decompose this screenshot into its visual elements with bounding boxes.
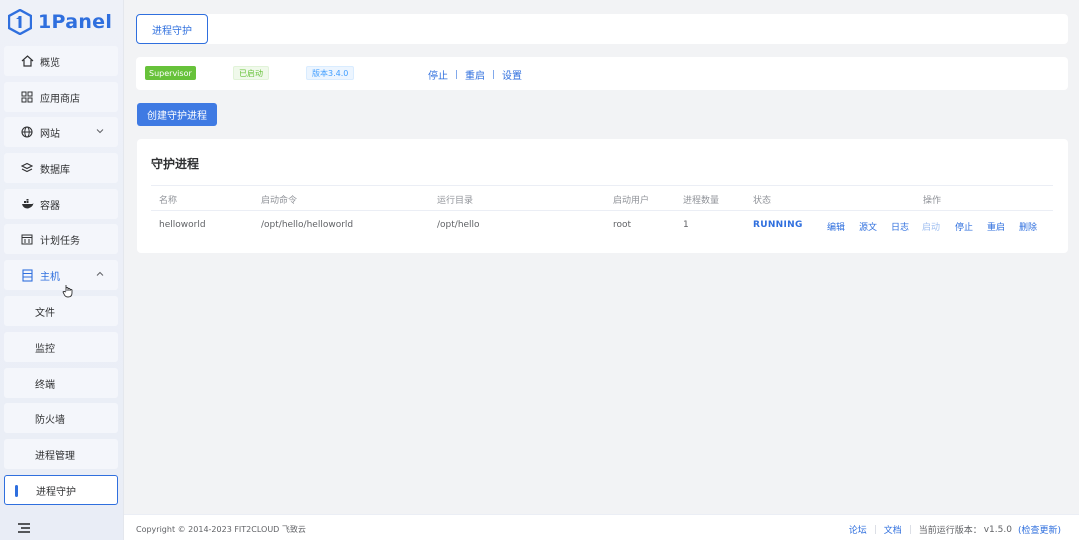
- tab-supervisor[interactable]: 进程守护: [136, 14, 208, 44]
- cell-status: RUNNING: [753, 220, 803, 230]
- sidebar-item-label: 终端: [35, 379, 55, 391]
- footer-links: 论坛 文档 当前运行版本： v1.5.0 (检查更新): [849, 523, 1061, 537]
- sidebar-item-cron[interactable]: 计划任务: [4, 224, 118, 254]
- copyright: Copyright © 2014-2023 FIT2CLOUD 飞致云: [136, 525, 306, 534]
- cell-name: helloworld: [159, 220, 206, 230]
- divider: [456, 70, 457, 79]
- brand-name: 1Panel: [38, 11, 113, 33]
- check-update-link[interactable]: (检查更新): [1018, 523, 1061, 536]
- edit-button[interactable]: 编辑: [827, 220, 845, 233]
- column-header: 操作: [923, 196, 942, 206]
- settings-button[interactable]: 设置: [502, 67, 522, 82]
- restart-button[interactable]: 重启: [987, 220, 1005, 233]
- sidebar-subitem-supervisor[interactable]: 进程守护: [4, 475, 118, 505]
- tab-bar: 进程守护: [136, 14, 1068, 44]
- column-header: 名称: [159, 196, 178, 206]
- footer: Copyright © 2014-2023 FIT2CLOUD 飞致云 论坛 文…: [124, 514, 1079, 540]
- sidebar-item-overview[interactable]: 概览: [4, 46, 118, 76]
- cell-directory: /opt/hello: [437, 220, 480, 230]
- menu-collapse-icon[interactable]: [16, 521, 32, 535]
- sidebar-item-label: 主机: [40, 271, 60, 283]
- active-indicator: [15, 485, 18, 497]
- globe-icon: [20, 125, 34, 139]
- sidebar: 1Panel 概览 应用商店 网站 数据库 容器 计划任务 主机 文件 监控 终…: [0, 0, 124, 540]
- stop-button[interactable]: 停止: [955, 220, 973, 233]
- sidebar-item-label: 监控: [35, 343, 55, 355]
- brand-logo[interactable]: 1Panel: [8, 8, 112, 36]
- sidebar-item-label: 防火墙: [35, 414, 65, 426]
- column-header: 启动用户: [613, 196, 650, 206]
- logo-icon: [8, 9, 32, 35]
- table-header: 名称 启动命令 运行目录 启动用户 进程数量 状态 操作: [151, 185, 1053, 211]
- status-actions: 停止 重启 设置: [428, 67, 522, 82]
- whale-icon: [20, 197, 34, 211]
- grid-icon: [20, 90, 34, 104]
- divider: [909, 525, 911, 534]
- column-header: 启动命令: [261, 196, 298, 206]
- sidebar-subitem-monitor[interactable]: 监控: [4, 332, 118, 362]
- sidebar-subitem-firewall[interactable]: 防火墙: [4, 403, 118, 433]
- cell-command: /opt/hello/helloworld: [261, 220, 354, 230]
- column-header: 进程数量: [683, 196, 720, 206]
- source-button[interactable]: 源文: [859, 220, 877, 233]
- delete-button[interactable]: 删除: [1019, 220, 1037, 233]
- database-icon: [20, 161, 34, 175]
- column-header: 状态: [753, 196, 772, 206]
- forum-link[interactable]: 论坛: [849, 523, 867, 536]
- sidebar-item-label: 进程守护: [36, 486, 76, 498]
- server-icon: [20, 268, 34, 282]
- sidebar-item-app-store[interactable]: 应用商店: [4, 82, 118, 112]
- sidebar-item-label: 计划任务: [40, 235, 80, 247]
- sidebar-item-label: 容器: [40, 200, 60, 212]
- sidebar-item-host[interactable]: 主机: [4, 260, 118, 290]
- table-title: 守护进程: [151, 157, 200, 171]
- hand-cursor-icon: [62, 285, 73, 298]
- divider: [493, 70, 494, 79]
- daemon-table-card: 守护进程 名称 启动命令 运行目录 启动用户 进程数量 状态 操作 hellow…: [137, 139, 1068, 253]
- status-badge: 已启动: [233, 66, 269, 80]
- sidebar-item-label: 应用商店: [40, 93, 80, 105]
- create-daemon-button[interactable]: 创建守护进程: [137, 103, 217, 126]
- restart-service-button[interactable]: 重启: [465, 67, 485, 82]
- log-button[interactable]: 日志: [891, 220, 909, 233]
- table-row: helloworld /opt/hello/helloworld /opt/he…: [151, 212, 1053, 240]
- version-badge: 版本3.4.0: [306, 66, 355, 80]
- supervisor-status-bar: Supervisor 已启动 版本3.4.0 停止 重启 设置: [136, 57, 1068, 90]
- column-header: 运行目录: [437, 196, 474, 206]
- service-tag: Supervisor: [145, 66, 196, 80]
- docs-link[interactable]: 文档: [884, 523, 902, 536]
- sidebar-subitem-files[interactable]: 文件: [4, 296, 118, 326]
- chevron-down-icon: [96, 129, 104, 134]
- version-label: 当前运行版本：: [918, 526, 982, 536]
- cell-count: 1: [683, 220, 689, 230]
- start-button[interactable]: 启动: [922, 220, 940, 233]
- sidebar-item-container[interactable]: 容器: [4, 189, 118, 219]
- divider: [874, 525, 876, 534]
- chevron-up-icon: [96, 271, 104, 276]
- home-icon: [20, 54, 34, 68]
- cell-user: root: [613, 220, 632, 230]
- sidebar-subitem-process[interactable]: 进程管理: [4, 439, 118, 469]
- stop-service-button[interactable]: 停止: [428, 67, 448, 82]
- sidebar-item-label: 概览: [40, 57, 60, 69]
- sidebar-item-label: 进程管理: [35, 450, 75, 462]
- sidebar-subitem-terminal[interactable]: 终端: [4, 368, 118, 398]
- sidebar-item-label: 网站: [40, 128, 60, 140]
- sidebar-item-label: 数据库: [40, 164, 70, 176]
- sidebar-item-label: 文件: [35, 307, 55, 319]
- sidebar-item-website[interactable]: 网站: [4, 117, 118, 147]
- calendar-icon: [20, 232, 34, 246]
- version-value: v1.5.0: [983, 524, 1012, 535]
- sidebar-item-database[interactable]: 数据库: [4, 153, 118, 183]
